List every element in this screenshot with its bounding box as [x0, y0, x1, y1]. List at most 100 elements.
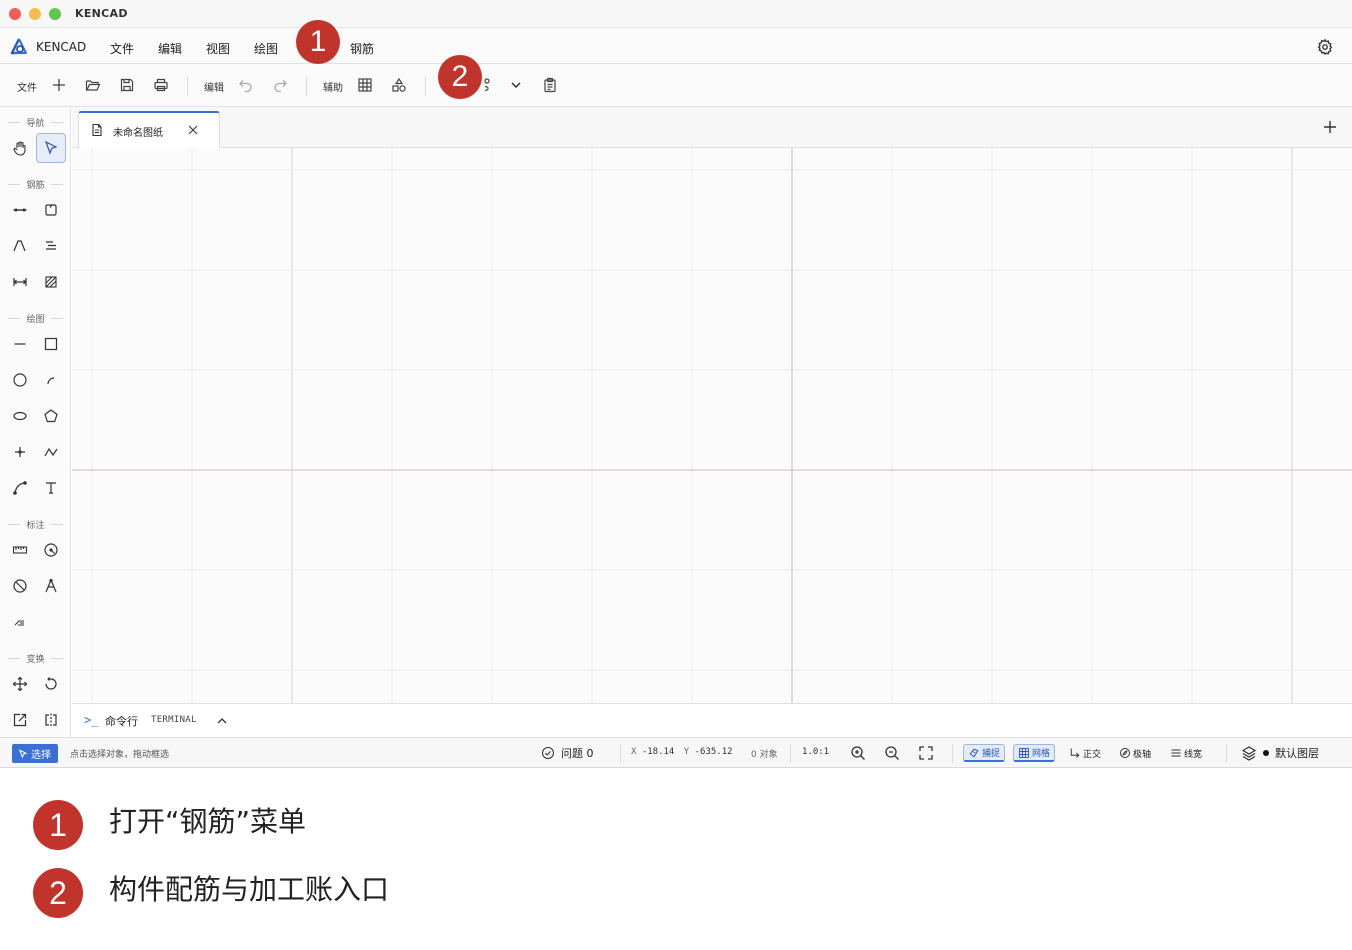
menu-rebar[interactable]: 钢筋 — [350, 40, 374, 57]
x-coordinate-label: X — [631, 747, 637, 757]
redo-button[interactable] — [270, 75, 290, 95]
command-line-sublabel: TERMINAL — [151, 715, 197, 725]
chevron-up-icon[interactable] — [215, 714, 229, 728]
rebar-area-tool[interactable] — [36, 267, 66, 297]
menu-file[interactable]: 文件 — [110, 40, 134, 57]
document-icon — [92, 123, 102, 137]
radius-dimension-tool[interactable] — [36, 535, 66, 565]
straight-rebar-tool[interactable] — [5, 195, 35, 225]
scale-tool[interactable] — [5, 705, 35, 735]
print-button[interactable] — [151, 75, 171, 95]
settings-gear-icon[interactable] — [1316, 38, 1334, 56]
window-minimize-button[interactable] — [29, 8, 41, 20]
ortho-toggle[interactable]: 正交 — [1065, 744, 1105, 762]
rotate-tool[interactable] — [36, 669, 66, 699]
span-dimension-icon — [13, 278, 27, 286]
save-button[interactable] — [117, 75, 137, 95]
status-separator — [790, 744, 791, 763]
rebar-distribution-tool[interactable] — [36, 231, 66, 261]
stirrup-tool[interactable] — [36, 195, 66, 225]
mirror-icon — [45, 713, 57, 727]
shapes-icon — [392, 77, 406, 92]
pentagon-icon — [44, 409, 58, 423]
legend-text-2: 构件配筋与加工账入口 — [109, 873, 390, 906]
window-close-button[interactable] — [9, 8, 21, 20]
polar-toggle[interactable]: 极轴 — [1115, 744, 1155, 762]
drawing-canvas[interactable] — [72, 148, 1352, 703]
toolbar-separator — [306, 76, 307, 96]
terminal-prompt-icon: >_ — [84, 713, 99, 727]
layer-selector[interactable]: 默认图层 — [1241, 744, 1319, 762]
ortho-corner-icon — [1070, 748, 1080, 758]
menu-edit[interactable]: 编辑 — [158, 40, 182, 57]
redo-icon — [274, 80, 287, 93]
clipboard-icon — [544, 77, 556, 93]
tab-label: 未命名图纸 — [113, 128, 163, 139]
zoom-out-icon[interactable] — [884, 745, 900, 761]
rectangle-tool[interactable] — [36, 329, 66, 359]
grid-toggle-button[interactable] — [355, 75, 375, 95]
status-separator — [952, 744, 953, 763]
close-icon[interactable] — [186, 123, 200, 137]
new-file-button[interactable] — [49, 75, 69, 95]
menu-draw[interactable]: 绘图 — [254, 40, 278, 57]
line-icon — [14, 343, 26, 345]
arc-icon — [47, 377, 55, 385]
status-bar: 选择 点击选择对象，拖动框选 问题 0 X -18.14 Y -635.12 0… — [0, 737, 1352, 768]
lineweight-toggle[interactable]: 线宽 — [1166, 744, 1206, 762]
text-tool[interactable] — [36, 473, 66, 503]
bent-rebar-tool[interactable] — [5, 231, 35, 261]
menu-bar: KENCAD 文件 编辑 视图 绘图 钢筋 — [0, 28, 1352, 64]
select-tool[interactable] — [36, 133, 66, 163]
snap-label: 捕捉 — [982, 749, 1001, 759]
mode-select-badge[interactable]: 选择 — [12, 744, 58, 763]
section-title-dim: 标注 — [0, 518, 71, 531]
undo-button[interactable] — [236, 75, 256, 95]
callout-legend: 1 打开“钢筋”菜单 2 构件配筋与加工账入口 — [0, 769, 1352, 950]
issues-indicator[interactable]: 问题 0 — [541, 745, 594, 761]
shapes-button[interactable] — [389, 75, 409, 95]
grid-label: 网格 — [1032, 749, 1051, 759]
fit-view-icon[interactable] — [918, 745, 934, 761]
rebar-dimension-tool[interactable] — [5, 267, 35, 297]
new-tab-plus-icon[interactable] — [1322, 119, 1338, 135]
plus-icon — [53, 79, 65, 91]
toolbar-file-label: 文件 — [17, 83, 37, 94]
polyline-tool[interactable] — [36, 437, 66, 467]
title-bar: KENCAD — [0, 0, 1352, 28]
x-coordinate-value: -18.14 — [641, 747, 675, 757]
menu-view[interactable]: 视图 — [206, 40, 230, 57]
hand-icon — [13, 141, 26, 156]
move-tool[interactable] — [5, 669, 35, 699]
arc-tool[interactable] — [36, 365, 66, 395]
main-toolbar: 文件 编辑 辅助 — [0, 64, 1352, 107]
diameter-icon — [13, 579, 27, 593]
mirror-tool[interactable] — [36, 705, 66, 735]
tab-untitled-drawing[interactable]: 未命名图纸 — [78, 111, 220, 148]
point-tool[interactable] — [5, 437, 35, 467]
dropdown-button[interactable] — [506, 75, 526, 95]
line-tool[interactable] — [5, 329, 35, 359]
tool-panel: 导航 钢筋 绘图 标注 变换 — [0, 107, 71, 737]
clipboard-button[interactable] — [540, 75, 560, 95]
section-title-draw: 绘图 — [0, 312, 71, 325]
command-line-panel[interactable]: >_ 命令行 TERMINAL — [72, 703, 1352, 737]
pan-tool[interactable] — [5, 133, 35, 163]
angle-dimension-tool[interactable] — [36, 571, 66, 601]
linear-dimension-tool[interactable] — [5, 535, 35, 565]
folder-open-icon — [85, 80, 101, 91]
circle-tool[interactable] — [5, 365, 35, 395]
spline-tool[interactable] — [5, 473, 35, 503]
legend-badge-1: 1 — [33, 800, 83, 850]
open-file-button[interactable] — [83, 75, 103, 95]
snap-toggle[interactable]: 捕捉 — [963, 744, 1006, 762]
leader-tool[interactable] — [5, 607, 35, 637]
grid-toggle[interactable]: 网格 — [1013, 744, 1056, 762]
polygon-tool[interactable] — [36, 401, 66, 431]
app-name: KENCAD — [36, 40, 87, 54]
ellipse-tool[interactable] — [5, 401, 35, 431]
scale-readout[interactable]: 1.0:1 — [802, 747, 829, 757]
zoom-in-icon[interactable] — [850, 745, 866, 761]
diameter-dimension-tool[interactable] — [5, 571, 35, 601]
window-maximize-button[interactable] — [49, 8, 61, 20]
